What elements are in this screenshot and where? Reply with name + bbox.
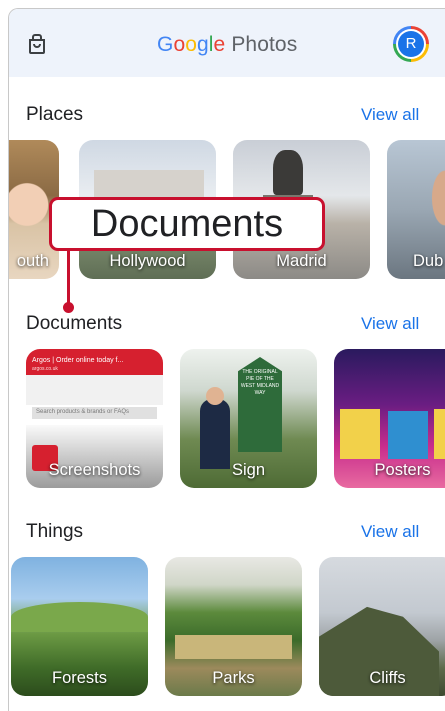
- place-label: Hollywood: [109, 252, 186, 270]
- thing-label: Forests: [51, 669, 107, 687]
- google-photos-logo: Google Photos: [157, 33, 297, 57]
- place-label: outh: [16, 252, 49, 270]
- document-label: Posters: [374, 461, 431, 479]
- thing-label: Cliffs: [369, 669, 406, 687]
- places-heading: Places: [26, 104, 84, 125]
- logo-letter: o: [185, 33, 197, 56]
- places-view-all-link[interactable]: View all: [361, 105, 419, 125]
- documents-callout: Documents: [49, 197, 325, 251]
- thing-card-cliffs[interactable]: Cliffs: [319, 557, 445, 696]
- thumb-header-text: Argos | Order online today f...: [32, 357, 124, 364]
- place-card-dub[interactable]: Dub: [387, 140, 445, 279]
- app-frame: Google Photos R Places View all outh Holl…: [8, 8, 445, 711]
- thumb-url-text: argos.co.uk: [32, 366, 58, 372]
- documents-view-all-link[interactable]: View all: [361, 314, 419, 334]
- thing-card-forests[interactable]: Forests: [11, 557, 148, 696]
- avatar-letter: R: [398, 31, 424, 57]
- sign-text: THE ORIGINAL PIE OF THE WEST MIDLAND WAY: [240, 369, 280, 396]
- place-label: Dub: [413, 252, 444, 270]
- things-heading: Things: [26, 521, 84, 542]
- document-label: Screenshots: [48, 461, 141, 479]
- thing-card-parks[interactable]: Parks: [165, 557, 302, 696]
- document-card-screenshots[interactable]: Argos | Order online today f... argos.co…: [26, 349, 163, 488]
- callout-dot: [63, 302, 74, 313]
- place-label: Madrid: [276, 252, 327, 270]
- logo-letter: g: [197, 33, 209, 56]
- shopping-bag-icon[interactable]: [27, 33, 47, 60]
- thing-label: Parks: [212, 669, 255, 687]
- logo-letter: G: [157, 33, 174, 56]
- document-card-sign[interactable]: THE ORIGINAL PIE OF THE WEST MIDLAND WAY…: [180, 349, 317, 488]
- callout-leader-line: [67, 251, 70, 305]
- logo-letter: o: [173, 33, 186, 56]
- account-avatar[interactable]: R: [393, 26, 429, 62]
- document-label: Sign: [231, 461, 266, 479]
- things-view-all-link[interactable]: View all: [361, 522, 419, 542]
- logo-photos-word: Photos: [231, 33, 298, 56]
- top-app-bar: Google Photos R: [9, 9, 445, 77]
- documents-heading: Documents: [26, 313, 123, 334]
- document-card-posters[interactable]: Posters: [334, 349, 445, 488]
- callout-label: Documents: [90, 203, 284, 245]
- thumb-search-text: Search products & brands or FAQs: [36, 409, 130, 415]
- logo-letter: e: [213, 33, 226, 56]
